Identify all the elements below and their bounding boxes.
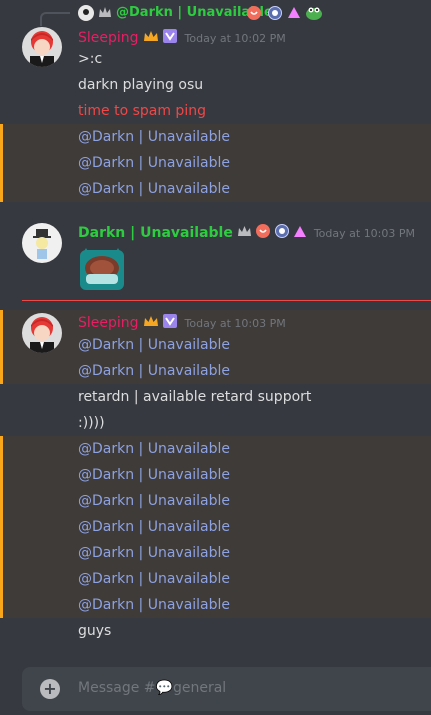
user-mention[interactable]: @Darkn | Unavailable bbox=[78, 439, 230, 459]
hypesquad-badge-icon bbox=[268, 6, 282, 20]
author-name[interactable]: Sleeping bbox=[78, 30, 139, 46]
message-composer[interactable]: + Message #💬general bbox=[22, 667, 431, 711]
new-messages-divider bbox=[22, 300, 431, 301]
nitro-badge-icon bbox=[162, 29, 177, 47]
triangle-badge-icon bbox=[293, 225, 306, 241]
message-header: Darkn | Unavailable Today at 10:03 PM bbox=[78, 222, 415, 244]
user-mention[interactable]: @Darkn | Unavailable bbox=[78, 361, 230, 381]
message-text: guys bbox=[78, 623, 112, 639]
timestamp: Today at 10:03 PM bbox=[313, 226, 416, 240]
user-mention[interactable]: @Darkn | Unavailable bbox=[78, 543, 230, 563]
user-mention[interactable]: @Darkn | Unavailable bbox=[78, 127, 230, 147]
message-text: >:c bbox=[78, 51, 103, 67]
message-header: Sleeping Today at 10:03 PM bbox=[75, 312, 286, 334]
message-input[interactable]: Message #💬general bbox=[78, 680, 226, 696]
custom-emoji[interactable] bbox=[78, 244, 126, 292]
user-mention[interactable]: @Darkn | Unavailable bbox=[78, 153, 230, 173]
smile-badge-icon bbox=[247, 6, 261, 20]
user-mention[interactable]: @Darkn | Unavailable bbox=[78, 517, 230, 537]
mention-row: @Darkn | Unavailable bbox=[0, 436, 431, 462]
message-row: time to spam ping bbox=[0, 98, 431, 124]
user-mention[interactable]: @Darkn | Unavailable bbox=[78, 465, 230, 485]
mention-row: @Darkn | Unavailable bbox=[0, 124, 431, 150]
timestamp: Today at 10:02 PM bbox=[184, 31, 286, 45]
message-text: time to spam ping bbox=[78, 103, 206, 119]
crown-icon bbox=[143, 30, 158, 46]
mention-row: @Darkn | Unavailable bbox=[0, 566, 431, 592]
mention-row: @Darkn | Unavailable bbox=[0, 514, 431, 540]
nitro-badge-icon bbox=[162, 314, 177, 332]
user-mention[interactable]: @Darkn | Unavailable bbox=[78, 491, 230, 511]
message-text: retardn | available retard support bbox=[78, 389, 312, 405]
crown-icon bbox=[99, 7, 111, 17]
timestamp: Today at 10:03 PM bbox=[184, 316, 286, 330]
smile-badge-icon bbox=[255, 224, 270, 242]
crown-icon bbox=[237, 225, 251, 241]
reply-avatar-icon bbox=[78, 5, 94, 21]
message-row: :)))) bbox=[0, 410, 431, 436]
mention-row: @Darkn | Unavailable bbox=[0, 540, 431, 566]
message-row: >:c bbox=[0, 46, 431, 72]
triangle-badge-icon bbox=[288, 7, 300, 18]
message-row: retardn | available retard support bbox=[0, 384, 431, 410]
avatar[interactable] bbox=[22, 223, 62, 263]
mention-row: @Darkn | Unavailable bbox=[0, 358, 431, 384]
author-name[interactable]: Sleeping bbox=[78, 315, 139, 331]
mention-row: @Darkn | Unavailable bbox=[0, 176, 431, 202]
mention-row: @Darkn | Unavailable bbox=[0, 592, 431, 618]
add-attachment-button[interactable]: + bbox=[40, 679, 60, 699]
crown-icon bbox=[143, 315, 158, 331]
author-name[interactable]: Darkn | Unavailable bbox=[78, 225, 233, 241]
mention-row: @Darkn | Unavailable bbox=[0, 488, 431, 514]
message-text: darkn playing osu bbox=[78, 77, 204, 93]
message-row: darkn playing osu bbox=[0, 72, 431, 98]
hypesquad-badge-icon bbox=[274, 224, 289, 242]
reply-connector bbox=[40, 12, 70, 26]
reply-preview[interactable]: @Darkn | Unavailable bbox=[0, 0, 431, 26]
message-text: :)))) bbox=[78, 415, 105, 431]
user-mention[interactable]: @Darkn | Unavailable bbox=[78, 179, 230, 199]
mention-row: @Darkn | Unavailable bbox=[0, 332, 431, 358]
message-row: guys bbox=[0, 618, 431, 644]
user-mention[interactable]: @Darkn | Unavailable bbox=[78, 595, 230, 615]
user-mention[interactable]: @Darkn | Unavailable bbox=[78, 569, 230, 589]
user-mention[interactable]: @Darkn | Unavailable bbox=[78, 335, 230, 355]
frog-emoji-icon bbox=[306, 7, 322, 20]
mention-row: @Darkn | Unavailable bbox=[0, 150, 431, 176]
mention-row: @Darkn | Unavailable bbox=[0, 462, 431, 488]
